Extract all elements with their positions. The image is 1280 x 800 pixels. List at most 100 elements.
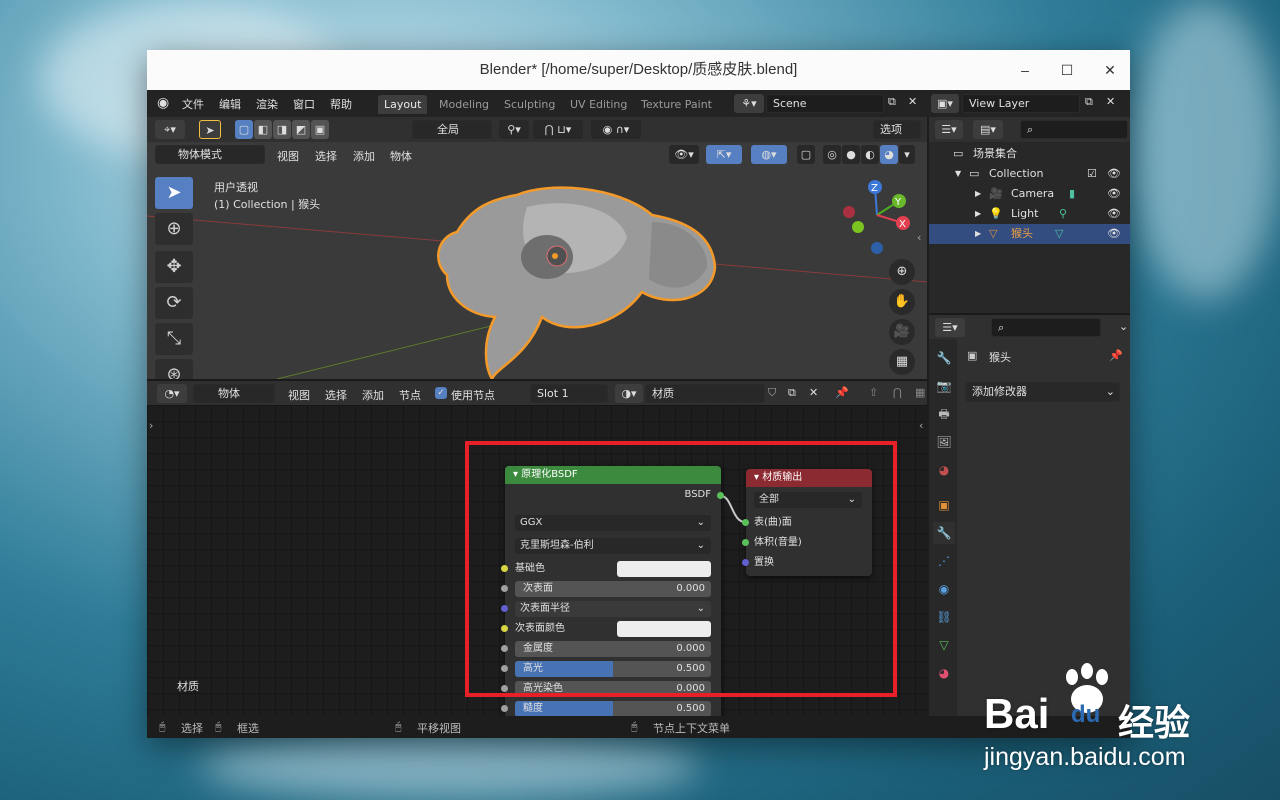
collection-checkbox-icon[interactable]: ☑: [1087, 164, 1097, 184]
modifier-tab-icon[interactable]: 🔧: [933, 522, 955, 544]
delete-scene-icon[interactable]: ✕: [908, 95, 917, 108]
perspective-grid-icon[interactable]: ▦: [889, 349, 915, 375]
outliner-row-monkey[interactable]: ▶ ▽ 猴头 ▽ 👁: [929, 224, 1130, 244]
menu-window[interactable]: 窗口: [293, 96, 315, 112]
outliner-editor-type-icon[interactable]: ☰▾: [935, 120, 963, 139]
menu-file[interactable]: 文件: [182, 96, 204, 112]
scale-tool-icon[interactable]: ⤡: [155, 323, 193, 355]
material-name-field[interactable]: 材质: [645, 384, 765, 403]
navigation-gizmo[interactable]: Z Y X: [837, 175, 927, 255]
pivot-point-icon[interactable]: ⚲▾: [499, 120, 529, 139]
properties-editor-type-icon[interactable]: ☰▾: [935, 318, 965, 337]
menu-help[interactable]: 帮助: [330, 96, 352, 112]
display-mode-icon[interactable]: ▤▾: [973, 120, 1003, 139]
blender-logo-icon[interactable]: ◉: [157, 95, 169, 111]
viewport-menu-select[interactable]: 选择: [315, 148, 337, 164]
minimize-button[interactable]: –: [1003, 50, 1047, 90]
expand-down-icon[interactable]: ▼: [955, 164, 961, 184]
camera-data-icon[interactable]: ▮: [1069, 184, 1075, 204]
fake-user-shield-icon[interactable]: ⛉: [768, 386, 776, 400]
outliner-row-collection[interactable]: ▼ ▭ Collection ☑ 👁: [929, 164, 1130, 184]
tab-texture-paint[interactable]: Texture Paint: [635, 95, 718, 114]
visibility-icon[interactable]: 👁▾: [669, 145, 699, 164]
roughness-socket[interactable]: [501, 705, 508, 712]
tab-modeling[interactable]: Modeling: [433, 95, 495, 114]
mesh-data-icon[interactable]: ▽: [1055, 224, 1063, 244]
eye-icon[interactable]: 👁: [1107, 224, 1121, 244]
snap-node-mode-icon[interactable]: ▦: [915, 386, 925, 399]
mode-dropdown[interactable]: 物体模式: [155, 145, 265, 164]
object-tab-icon[interactable]: ▣: [933, 494, 955, 516]
delete-view-layer-icon[interactable]: ✕: [1106, 95, 1115, 108]
scene-field[interactable]: Scene: [766, 94, 884, 113]
view-layer-icon[interactable]: ▣▾: [931, 94, 959, 113]
properties-options-icon[interactable]: ⌄: [1119, 320, 1128, 333]
sidebar-toggle-icon[interactable]: ‹: [917, 231, 921, 244]
zoom-icon[interactable]: ⊕: [889, 259, 915, 285]
tab-layout[interactable]: Layout: [378, 95, 428, 114]
pin-icon[interactable]: 📌: [835, 386, 849, 399]
gizmo-toggle-icon[interactable]: ⇱▾: [706, 145, 742, 164]
data-tab-icon[interactable]: ▽: [933, 634, 955, 656]
parent-node-tree-icon[interactable]: ⇧: [869, 386, 878, 399]
light-data-icon[interactable]: ⚲: [1059, 204, 1067, 224]
wireframe-shading-icon[interactable]: ◎: [823, 145, 841, 164]
proportional-edit-icon[interactable]: ◉ ∩▾: [591, 120, 641, 139]
outliner-row-light[interactable]: ▶ 💡 Light ⚲ 👁: [929, 204, 1130, 224]
close-button[interactable]: ✕: [1088, 50, 1132, 90]
tab-uv-editing[interactable]: UV Editing: [564, 95, 633, 114]
3d-viewport[interactable]: ➤ ⊕ ✥ ⟳ ⤡ ⊛ 用户透视 (1) Collection | 猴头 Z Y…: [147, 167, 927, 379]
snap-icon[interactable]: ⋂ ⊔▾: [533, 120, 583, 139]
scene-selector-icon[interactable]: ⚘▾: [734, 94, 764, 113]
xray-icon[interactable]: ▢: [797, 145, 815, 164]
select-mode-invert-icon[interactable]: ◩: [292, 120, 310, 139]
unlink-material-icon[interactable]: ✕: [809, 386, 818, 399]
expand-right-icon[interactable]: ▶: [975, 184, 981, 204]
options-dropdown[interactable]: 选项: [873, 120, 921, 139]
shader-type-dropdown[interactable]: 物体: [193, 384, 275, 403]
menu-edit[interactable]: 编辑: [219, 96, 241, 112]
snap-node-icon[interactable]: ⋂: [893, 386, 902, 399]
properties-search-input[interactable]: ⌕: [991, 318, 1101, 337]
viewport-menu-object[interactable]: 物体: [390, 148, 412, 164]
select-mode-extend-icon[interactable]: ◧: [254, 120, 272, 139]
view-layer-tab-icon[interactable]: 🖼: [933, 431, 955, 453]
tool-tab-icon[interactable]: 🔧: [933, 347, 955, 369]
physics-tab-icon[interactable]: ◉: [933, 578, 955, 600]
select-mode-new-icon[interactable]: ▢: [235, 120, 253, 139]
camera-view-icon[interactable]: 🎥: [889, 319, 915, 345]
shading-options-icon[interactable]: ▾: [899, 145, 915, 164]
node-menu-add[interactable]: 添加: [362, 387, 384, 403]
copy-view-layer-icon[interactable]: ⧉: [1085, 95, 1093, 109]
material-shading-icon[interactable]: ◐: [861, 145, 879, 164]
maximize-button[interactable]: ☐: [1045, 50, 1089, 90]
select-tool-icon[interactable]: ➤: [199, 120, 221, 139]
move-tool-icon[interactable]: ✥: [155, 251, 193, 283]
node-menu-view[interactable]: 视图: [288, 387, 310, 403]
editor-type-icon[interactable]: ⌖▾: [155, 120, 185, 139]
node-menu-node[interactable]: 节点: [399, 387, 421, 403]
transform-tool-icon[interactable]: ⊛: [155, 359, 193, 379]
select-mode-subtract-icon[interactable]: ◨: [273, 120, 291, 139]
outliner-row-scene-collection[interactable]: ▭ 场景集合: [929, 144, 1130, 164]
eye-icon[interactable]: 👁: [1107, 204, 1121, 224]
node-menu-select[interactable]: 选择: [325, 387, 347, 403]
viewport-menu-add[interactable]: 添加: [353, 148, 375, 164]
add-modifier-dropdown[interactable]: 添加修改器 ⌄: [965, 382, 1120, 402]
slot-dropdown[interactable]: Slot 1: [530, 384, 608, 403]
output-tab-icon[interactable]: 🖶: [933, 403, 955, 425]
expand-right-icon[interactable]: ▶: [975, 204, 981, 224]
tab-sculpting[interactable]: Sculpting: [498, 95, 561, 114]
roughness-slider[interactable]: 糙度 0.500: [515, 701, 711, 716]
material-browse-icon[interactable]: ◑▾: [615, 384, 643, 403]
pin-icon[interactable]: 📌: [1109, 349, 1123, 362]
scene-tab-icon[interactable]: ◕: [933, 459, 955, 481]
pan-hand-icon[interactable]: ✋: [889, 289, 915, 315]
eye-icon[interactable]: 👁: [1107, 164, 1121, 184]
constraints-tab-icon[interactable]: ⛓: [933, 606, 955, 628]
duplicate-material-icon[interactable]: ⧉: [788, 386, 796, 400]
menu-render[interactable]: 渲染: [256, 96, 278, 112]
use-nodes-checkbox[interactable]: ✓: [435, 387, 447, 399]
rendered-shading-icon[interactable]: ◕: [880, 145, 898, 164]
material-tab-icon[interactable]: ◕: [933, 662, 955, 684]
